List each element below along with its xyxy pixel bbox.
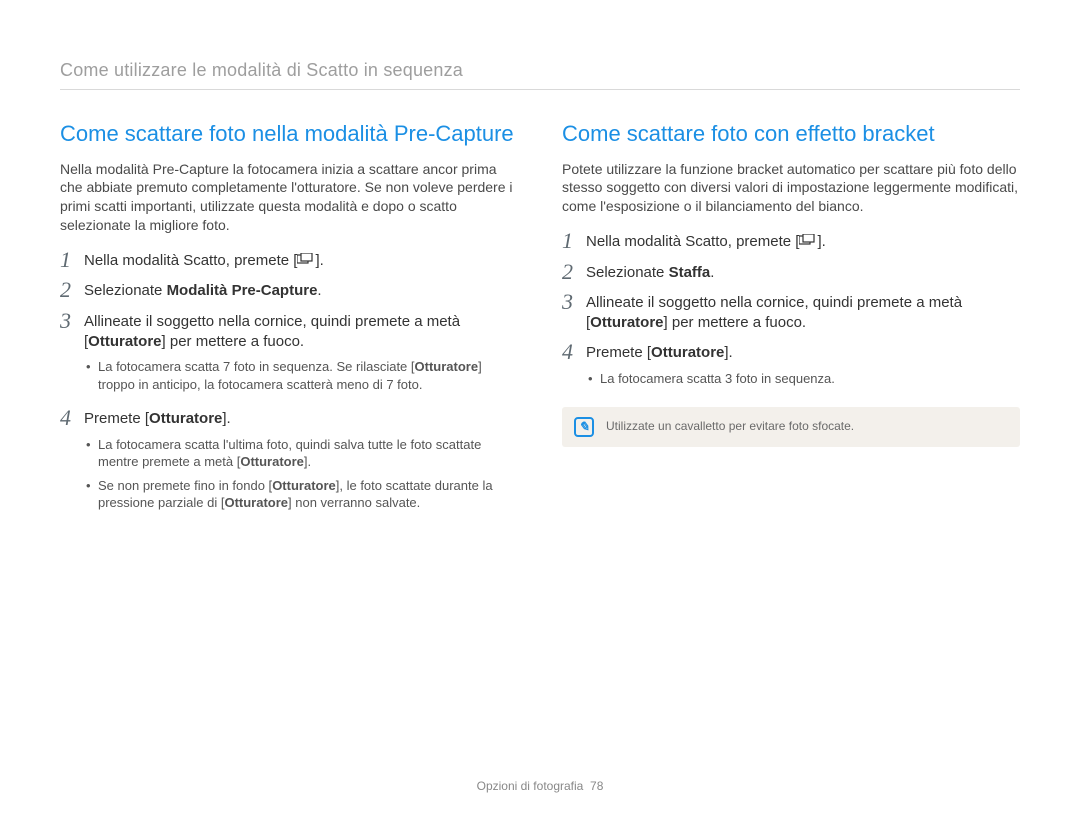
step-number: 3 xyxy=(60,310,84,332)
left-column: Come scattare foto nella modalità Pre-Ca… xyxy=(60,120,518,528)
drive-mode-icon xyxy=(297,251,315,271)
step-text: Nella modalità Scatto, premete []. xyxy=(84,251,518,271)
right-step-3: 3 Allineate il soggetto nella cornice, q… xyxy=(562,293,1020,334)
left-heading: Come scattare foto nella modalità Pre-Ca… xyxy=(60,120,518,148)
left-step-2: 2 Selezionate Modalità Pre-Capture. xyxy=(60,281,518,301)
step-text: Allineate il soggetto nella cornice, qui… xyxy=(84,312,518,400)
step-number: 3 xyxy=(562,291,586,313)
step-number: 1 xyxy=(60,249,84,271)
note-box: ✎ Utilizzate un cavalletto per evitare f… xyxy=(562,407,1020,447)
note-icon: ✎ xyxy=(574,417,594,437)
bullet: La fotocamera scatta 7 foto in sequenza.… xyxy=(84,358,518,393)
note-text: Utilizzate un cavalletto per evitare fot… xyxy=(606,419,854,435)
page-footer: Opzioni di fotografia 78 xyxy=(0,779,1080,793)
bullet: La fotocamera scatta 3 foto in sequenza. xyxy=(586,370,1020,388)
left-step-1: 1 Nella modalità Scatto, premete []. xyxy=(60,251,518,271)
step-number: 2 xyxy=(60,279,84,301)
step-text: Selezionate Staffa. xyxy=(586,263,1020,283)
bullet: La fotocamera scatta l'ultima foto, quin… xyxy=(84,436,518,471)
step-text: Allineate il soggetto nella cornice, qui… xyxy=(586,293,1020,334)
right-column: Come scattare foto con effetto bracket P… xyxy=(562,120,1020,528)
step-number: 1 xyxy=(562,230,586,252)
drive-mode-icon xyxy=(799,232,817,252)
page-header: Come utilizzare le modalità di Scatto in… xyxy=(60,60,1020,90)
right-heading: Come scattare foto con effetto bracket xyxy=(562,120,1020,148)
step-number: 4 xyxy=(60,407,84,429)
left-intro: Nella modalità Pre-Capture la fotocamera… xyxy=(60,160,518,236)
bullet: Se non premete fino in fondo [Otturatore… xyxy=(84,477,518,512)
step-number: 2 xyxy=(562,261,586,283)
right-step-2: 2 Selezionate Staffa. xyxy=(562,263,1020,283)
right-intro: Potete utilizzare la funzione bracket au… xyxy=(562,160,1020,217)
columns: Come scattare foto nella modalità Pre-Ca… xyxy=(60,120,1020,528)
step-number: 4 xyxy=(562,341,586,363)
left-step-4: 4 Premete [Otturatore]. La fotocamera sc… xyxy=(60,409,518,517)
step-text: Nella modalità Scatto, premete []. xyxy=(586,232,1020,252)
left-step-3: 3 Allineate il soggetto nella cornice, q… xyxy=(60,312,518,400)
right-step-4: 4 Premete [Otturatore]. La fotocamera sc… xyxy=(562,343,1020,393)
right-step-1: 1 Nella modalità Scatto, premete []. xyxy=(562,232,1020,252)
step-text: Selezionate Modalità Pre-Capture. xyxy=(84,281,518,301)
step-text: Premete [Otturatore]. La fotocamera scat… xyxy=(84,409,518,517)
step-text: Premete [Otturatore]. La fotocamera scat… xyxy=(586,343,1020,393)
